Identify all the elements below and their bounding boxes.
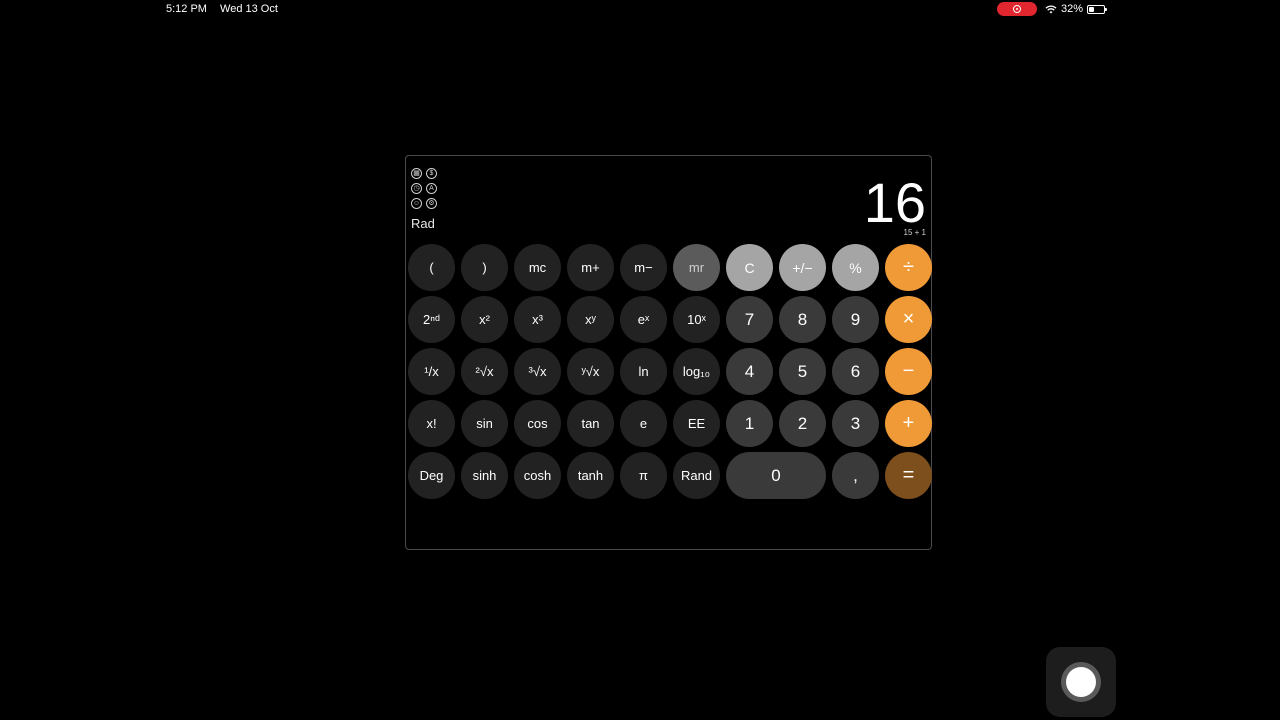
digit-0-key[interactable]: 0: [726, 452, 826, 499]
ee-key[interactable]: EE: [673, 400, 720, 447]
expression-display: 15 + 1: [903, 228, 926, 237]
decimal-key[interactable]: ,: [832, 452, 879, 499]
divide-key[interactable]: ÷: [885, 244, 932, 291]
status-left: 5:12 PM Wed 13 Oct: [166, 3, 288, 15]
digit-8-key[interactable]: 8: [779, 296, 826, 343]
status-right: 32%: [997, 2, 1108, 16]
subtract-key[interactable]: −: [885, 348, 932, 395]
tan-key[interactable]: tan: [567, 400, 614, 447]
equals-key[interactable]: =: [885, 452, 932, 499]
wifi-icon: [1045, 5, 1057, 14]
record-icon: [1013, 5, 1021, 13]
add-key[interactable]: +: [885, 400, 932, 447]
power-key[interactable]: xʸ: [567, 296, 614, 343]
deg-key[interactable]: Deg: [408, 452, 455, 499]
ten-power-key[interactable]: 10ˣ: [673, 296, 720, 343]
mask-icon: ☺: [411, 198, 422, 209]
second-key[interactable]: 2ⁿᵈ: [408, 296, 455, 343]
assistive-touch-ring: [1061, 662, 1101, 702]
yroot-key[interactable]: ʸ√x: [567, 348, 614, 395]
digit-5-key[interactable]: 5: [779, 348, 826, 395]
grid-icon: ▦: [411, 168, 422, 179]
digit-6-key[interactable]: 6: [832, 348, 879, 395]
multiply-key[interactable]: ×: [885, 296, 932, 343]
status-time: 5:12 PM: [166, 3, 207, 15]
percent-key[interactable]: %: [832, 244, 879, 291]
m-minus-key[interactable]: m−: [620, 244, 667, 291]
clock-icon: ◷: [411, 183, 422, 194]
sinh-key[interactable]: sinh: [461, 452, 508, 499]
reciprocal-key[interactable]: ¹/x: [408, 348, 455, 395]
text-icon: A: [426, 183, 437, 194]
tanh-key[interactable]: tanh: [567, 452, 614, 499]
keypad: () mc m+ m− mr C +/−% ÷ 2ⁿᵈ x² x³ xʸ eˣ 10ˣ 7 8 9 × ¹/x ²√x…: [408, 244, 932, 499]
angle-mode-label: Rad: [411, 216, 435, 231]
close-paren-key[interactable]: ): [461, 244, 508, 291]
mc-key[interactable]: mc: [514, 244, 561, 291]
digit-9-key[interactable]: 9: [832, 296, 879, 343]
dollar-icon: $: [426, 168, 437, 179]
sqrt-key[interactable]: ²√x: [461, 348, 508, 395]
pi-key[interactable]: π: [620, 452, 667, 499]
factorial-key[interactable]: x!: [408, 400, 455, 447]
rand-key[interactable]: Rand: [673, 452, 720, 499]
battery-icon: [1087, 4, 1108, 14]
open-paren-key[interactable]: (: [408, 244, 455, 291]
e-key[interactable]: e: [620, 400, 667, 447]
battery-percent: 32%: [1061, 3, 1084, 15]
sin-key[interactable]: sin: [461, 400, 508, 447]
m-plus-key[interactable]: m+: [567, 244, 614, 291]
status-date: Wed 13 Oct: [220, 3, 278, 15]
assistive-touch-dot: [1066, 667, 1096, 697]
mr-key[interactable]: mr: [673, 244, 720, 291]
clear-key[interactable]: C: [726, 244, 773, 291]
exp-key[interactable]: eˣ: [620, 296, 667, 343]
cosh-key[interactable]: cosh: [514, 452, 561, 499]
sign-toggle-key[interactable]: +/−: [779, 244, 826, 291]
digit-7-key[interactable]: 7: [726, 296, 773, 343]
cos-key[interactable]: cos: [514, 400, 561, 447]
battery-fill: [1089, 6, 1094, 12]
screen-recording-indicator[interactable]: [997, 2, 1037, 16]
ln-key[interactable]: ln: [620, 348, 667, 395]
assistive-touch-button[interactable]: [1046, 647, 1116, 717]
digit-4-key[interactable]: 4: [726, 348, 773, 395]
digit-1-key[interactable]: 1: [726, 400, 773, 447]
tools-icon: ⚙: [426, 198, 437, 209]
cube-key[interactable]: x³: [514, 296, 561, 343]
status-bar: 5:12 PM Wed 13 Oct 32%: [0, 0, 1280, 20]
battery-nub: [1105, 7, 1108, 11]
digit-2-key[interactable]: 2: [779, 400, 826, 447]
log10-key[interactable]: log₁₀: [673, 348, 720, 395]
cbrt-key[interactable]: ³√x: [514, 348, 561, 395]
square-key[interactable]: x²: [461, 296, 508, 343]
digit-3-key[interactable]: 3: [832, 400, 879, 447]
calculator-window: ▦ $ ◷ A ☺ ⚙ Rad 1 6 15 + 1 () mc m+ m− mr C +/−% ÷ 2ⁿᵈ…: [405, 155, 932, 550]
mode-icons: ▦ $ ◷ A ☺ ⚙: [411, 168, 437, 209]
